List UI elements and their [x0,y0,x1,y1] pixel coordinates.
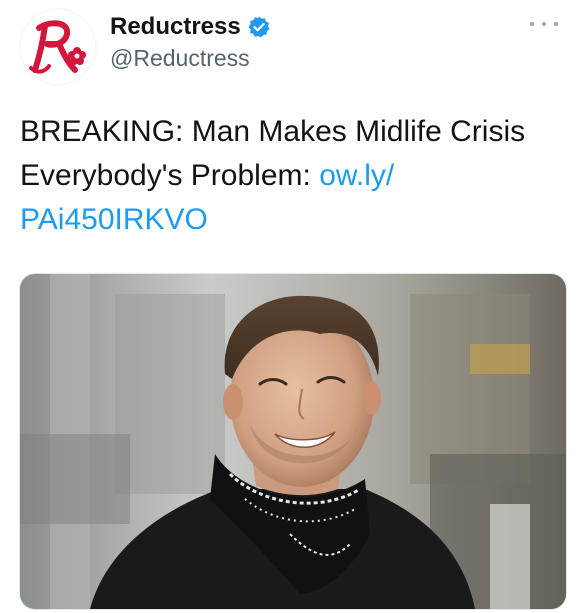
more-horizontal-icon [530,22,534,26]
tweet-body: BREAKING: Man Makes Midlife Crisis Every… [20,115,526,192]
more-horizontal-icon [554,22,558,26]
display-name-row: Reductress [110,12,271,42]
photo-image [20,274,566,609]
avatar[interactable] [19,8,97,86]
reductress-logo-icon [19,8,97,86]
more-options-button[interactable] [530,14,558,34]
verified-badge-icon [248,16,270,38]
tweet-photo[interactable] [19,273,567,610]
handle[interactable]: @Reductress [110,44,250,72]
more-horizontal-icon [542,22,546,26]
tweet-card: Reductress @Reductress BREAKING: Man Mak… [0,0,582,613]
tweet-text: BREAKING: Man Makes Midlife Crisis Every… [20,110,568,242]
display-name[interactable]: Reductress [110,12,241,42]
